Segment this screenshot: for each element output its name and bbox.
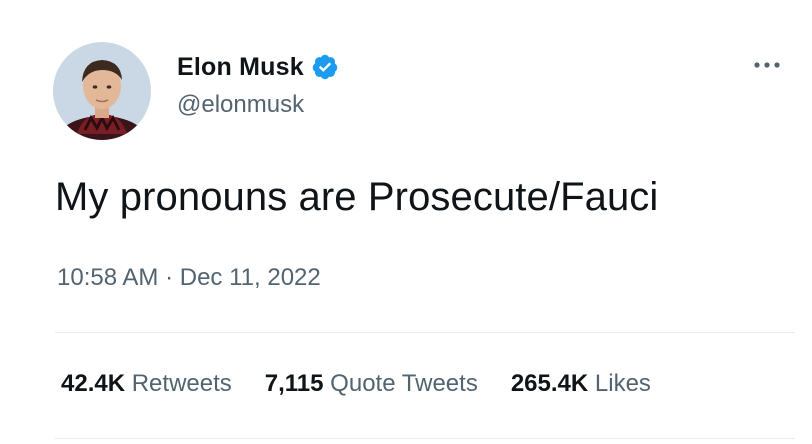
retweets-stat[interactable]: 42.4K Retweets <box>61 370 232 398</box>
retweets-count: 42.4K <box>61 370 132 397</box>
quote-tweets-label: Quote Tweets <box>330 370 478 397</box>
quote-tweets-stat[interactable]: 7,115 Quote Tweets <box>265 370 478 398</box>
avatar-image <box>53 42 151 140</box>
author-handle[interactable]: @elonmusk <box>177 91 304 119</box>
likes-stat[interactable]: 265.4K Likes <box>511 370 651 398</box>
divider <box>55 438 795 439</box>
author-display-name[interactable]: Elon Musk <box>177 53 304 82</box>
timestamp-separator: · <box>165 264 180 291</box>
divider <box>55 332 795 333</box>
verified-badge-icon <box>311 53 339 81</box>
more-options-icon[interactable] <box>752 58 782 72</box>
likes-count: 265.4K <box>510 370 595 397</box>
tweet-time-link[interactable]: 10:58 AM <box>57 264 158 291</box>
quote-tweets-count: 7,115 <box>264 370 331 397</box>
tweet-text: My pronouns are Prosecute/Fauci <box>55 175 659 219</box>
tweet-timestamp: 10:58 AM · Dec 11, 2022 <box>57 264 321 292</box>
retweets-label: Retweets <box>131 370 232 397</box>
tweet-date-link[interactable]: Dec 11, 2022 <box>180 264 321 291</box>
likes-label: Likes <box>594 370 651 397</box>
author-name-row: Elon Musk <box>177 52 339 82</box>
tweet-card: Elon Musk @elonmusk My pronouns are Pros… <box>0 0 812 444</box>
avatar[interactable] <box>53 42 151 140</box>
tweet-stats: 42.4K Retweets 7,115 Quote Tweets 265.4K… <box>61 370 684 398</box>
